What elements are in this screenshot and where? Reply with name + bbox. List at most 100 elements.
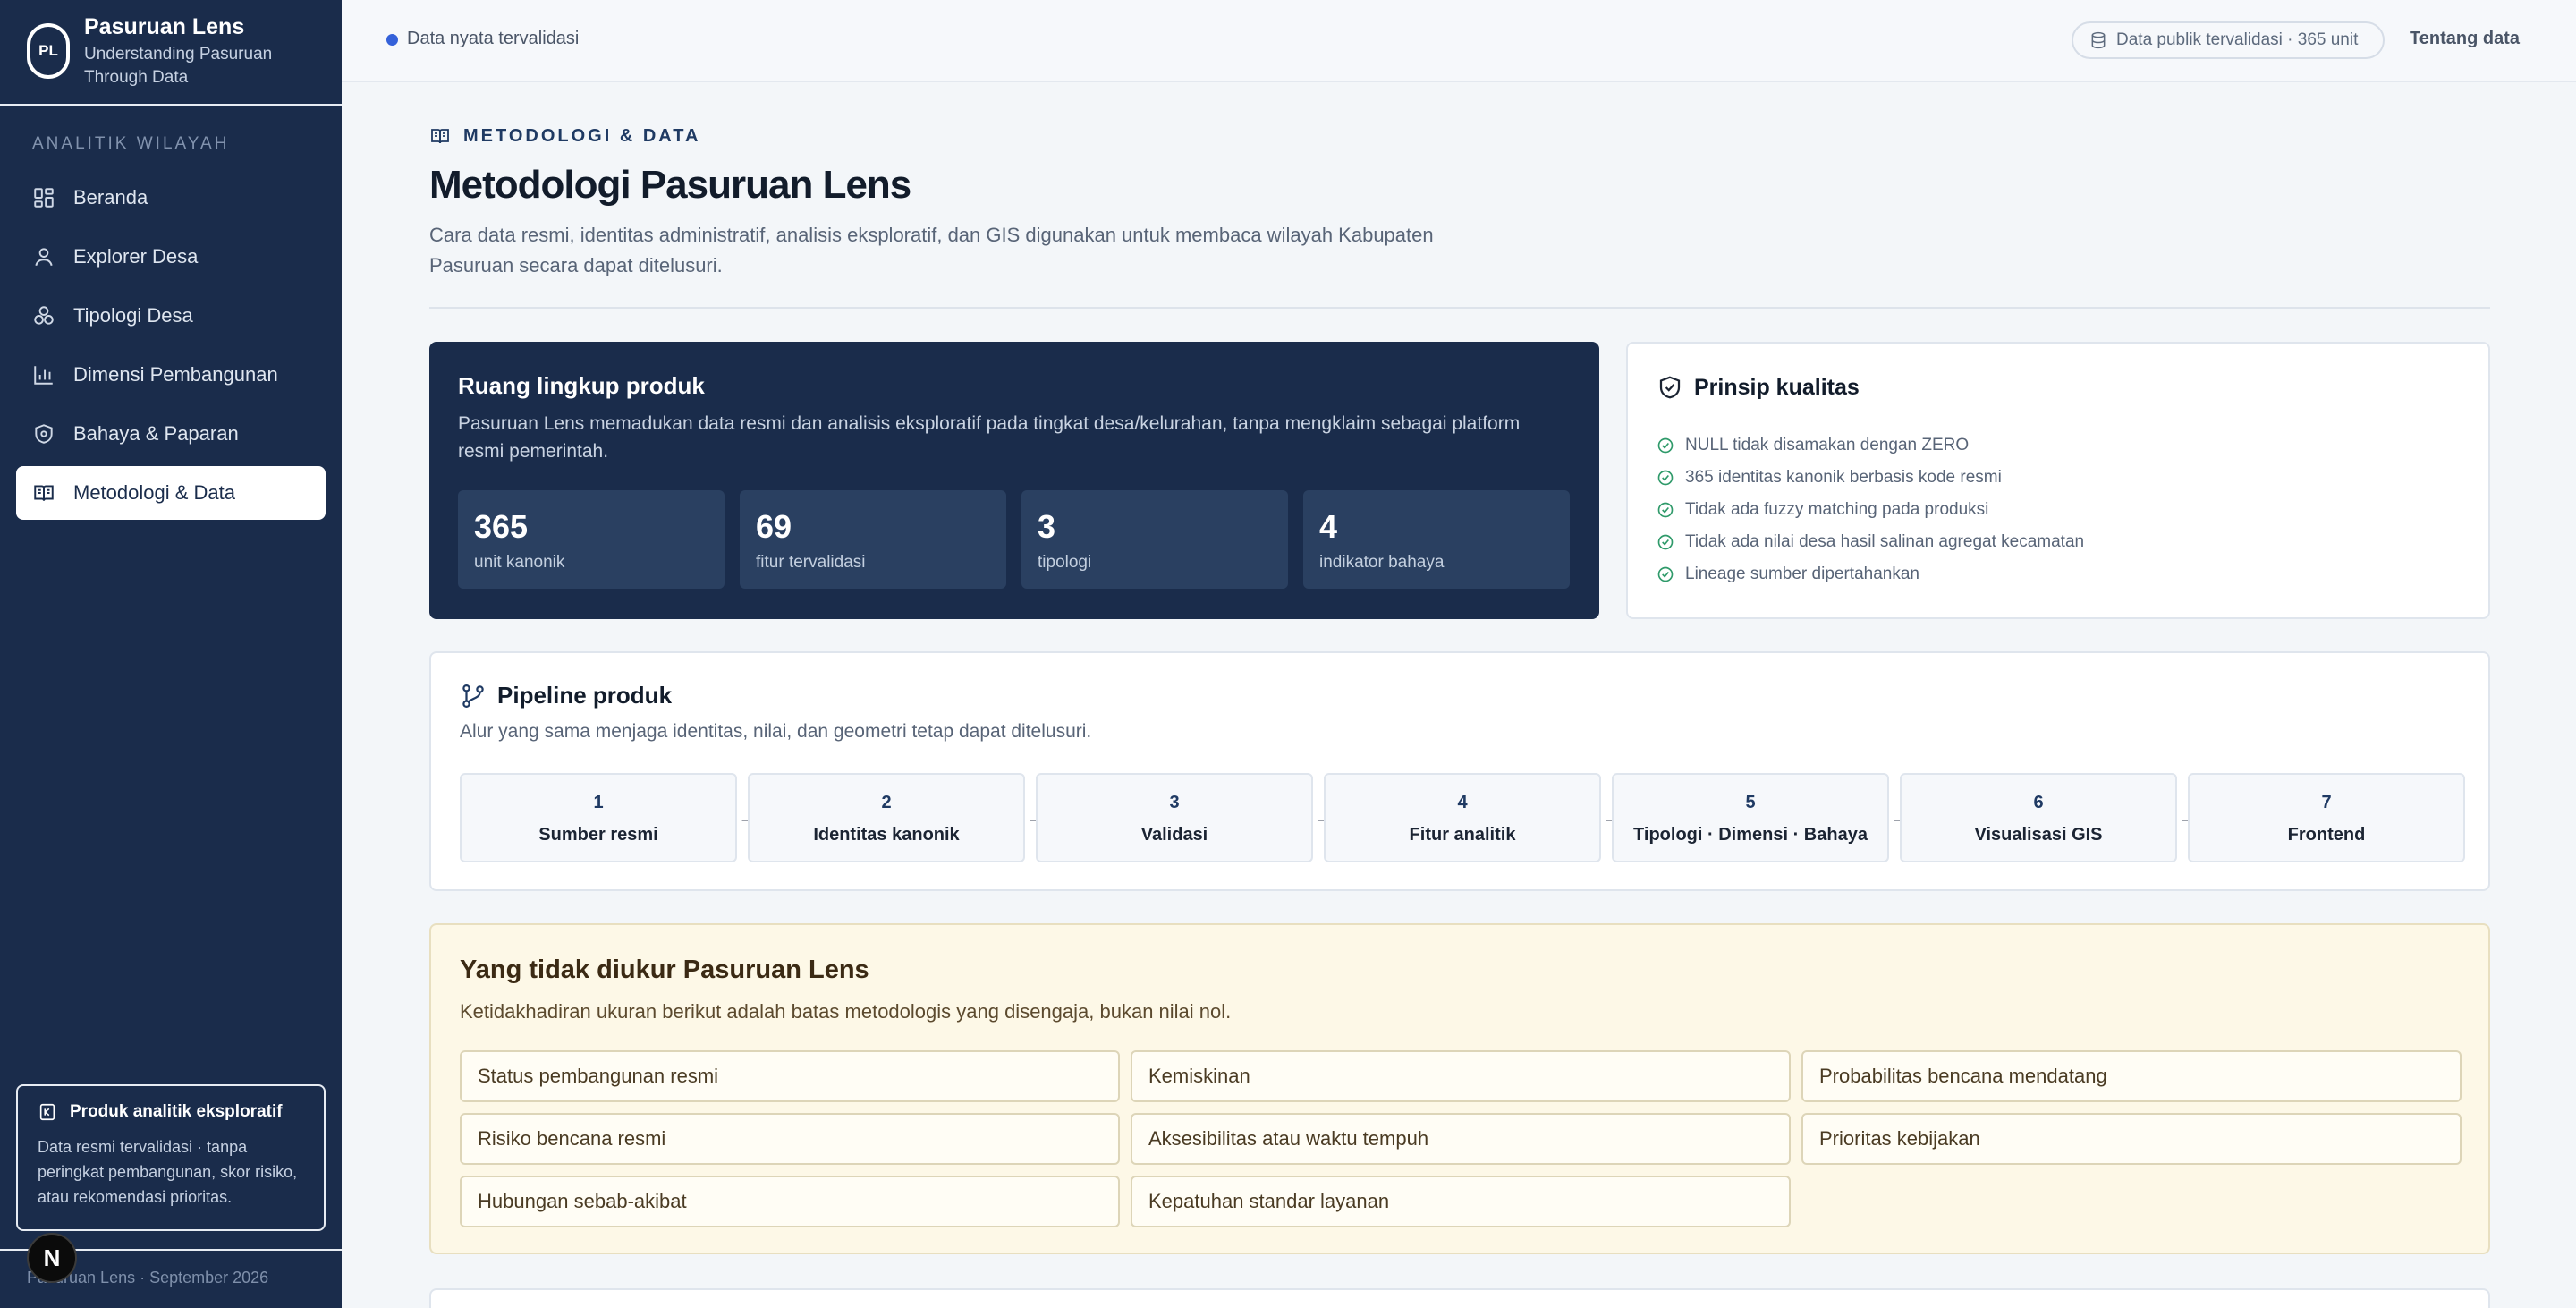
stat-card: 4 indikator bahaya	[1303, 490, 1570, 589]
about-data-link[interactable]: Tentang data	[2410, 29, 2520, 49]
step-label: Tipologi · Dimensi · Bahaya	[1633, 825, 1868, 845]
scope-title: Ruang lingkup produk	[458, 372, 705, 399]
sidebar-item-label: Dimensi Pembangunan	[73, 363, 278, 386]
not-measured-item: Status pembangunan resmi	[460, 1050, 1120, 1102]
not-measured-item-text: Hubungan sebab-akibat	[478, 1190, 687, 1212]
brand-logo-text: PL	[38, 42, 58, 59]
step-label: Identitas kanonik	[813, 825, 960, 845]
list-item: 365 identitas kanonik berbasis kode resm…	[1657, 462, 2084, 494]
divider	[429, 307, 2490, 309]
page-description: Cara data resmi, identitas administratif…	[429, 224, 1434, 276]
user-pin-icon	[35, 248, 53, 267]
stat-label: indikator bahaya	[1319, 553, 1445, 572]
check-circle-icon	[1657, 437, 1674, 454]
sidebar-item-explorer-desa[interactable]: Explorer Desa	[16, 230, 326, 284]
list-item-text: Tidak ada fuzzy matching pada produksi	[1685, 500, 1989, 519]
info-card-text: Data resmi tervalidasi · tanpa peringkat…	[38, 1138, 298, 1206]
list-item-text: Lineage sumber dipertahankan	[1685, 565, 1919, 583]
bar-chart-icon	[34, 366, 53, 385]
grid-icon	[34, 188, 54, 208]
step-number: 3	[1169, 793, 1180, 812]
sidebar-item-label: Tipologi Desa	[73, 304, 193, 327]
check-circle-icon	[1657, 534, 1674, 550]
quality-header: Prinsip kualitas	[1657, 374, 1860, 401]
not-measured-card: Yang tidak diukur Pasuruan Lens Ketidakh…	[429, 923, 2490, 1254]
brand-title: Pasuruan Lens	[84, 14, 245, 39]
list-item: Lineage sumber dipertahankan	[1657, 558, 2084, 590]
sidebar-item-beranda[interactable]: Beranda	[16, 171, 326, 225]
step-label: Sumber resmi	[538, 825, 658, 845]
sidebar-item-bahaya-paparan[interactable]: Bahaya & Paparan	[16, 407, 326, 461]
book-icon	[431, 129, 449, 144]
step-number: 7	[2321, 793, 2332, 812]
not-measured-item-text: Probabilitas bencana mendatang	[1819, 1065, 2107, 1087]
pipeline-step: 4 Fitur analitik	[1324, 773, 1601, 862]
step-number: 5	[1745, 793, 1756, 812]
not-measured-item: Kemiskinan	[1131, 1050, 1791, 1102]
pipeline-step: 3 Validasi	[1036, 773, 1313, 862]
info-card-title: Produk analitik eksploratif	[70, 1102, 283, 1121]
scope-card: Ruang lingkup produk Pasuruan Lens memad…	[429, 342, 1599, 619]
pipeline-title: Pipeline produk	[497, 682, 673, 709]
step-number: 6	[2033, 793, 2044, 812]
book-mark-icon	[39, 1103, 55, 1121]
list-item: Tidak ada fuzzy matching pada produksi	[1657, 494, 2084, 526]
git-branch-icon	[462, 684, 484, 708]
database-icon	[2091, 31, 2106, 49]
check-circle-icon	[1657, 566, 1674, 582]
sidebar: PL Pasuruan Lens Understanding Pasuruan …	[0, 0, 342, 1308]
shield-check-icon	[1659, 376, 1681, 399]
list-item-text: NULL tidak disamakan dengan ZERO	[1685, 436, 1970, 454]
brand[interactable]: PL Pasuruan Lens Understanding Pasuruan …	[0, 0, 342, 106]
list-item: Tidak ada nilai desa hasil salinan agreg…	[1657, 526, 2084, 558]
shield-icon	[35, 424, 53, 444]
step-label: Visualisasi GIS	[1974, 825, 2103, 845]
brand-logo: PL	[27, 23, 70, 79]
data-count-text: Data publik tervalidasi · 365 unit	[2116, 30, 2359, 49]
sidebar-item-dimensi-pembangunan[interactable]: Dimensi Pembangunan	[16, 348, 326, 402]
sidebar-item-label: Metodologi & Data	[73, 481, 235, 504]
sidebar-item-label: Bahaya & Paparan	[73, 422, 239, 445]
data-count-badge: Data publik tervalidasi · 365 unit	[2072, 21, 2385, 59]
next-section-card	[429, 1288, 2490, 1308]
page-title: Metodologi Pasuruan Lens	[429, 163, 911, 207]
cluster-icon	[34, 306, 54, 325]
not-measured-item: Hubungan sebab-akibat	[460, 1176, 1120, 1227]
pipeline-step: 2 Identitas kanonik	[748, 773, 1025, 862]
stat-value: 3	[1038, 508, 1056, 545]
step-label: Validasi	[1140, 825, 1208, 845]
not-measured-item: Probabilitas bencana mendatang	[1801, 1050, 2462, 1102]
dev-badge-button[interactable]: N	[27, 1233, 77, 1283]
not-measured-title: Yang tidak diukur Pasuruan Lens	[460, 956, 869, 984]
sidebar-item-tipologi-desa[interactable]: Tipologi Desa	[16, 289, 326, 343]
not-measured-item-text: Prioritas kebijakan	[1819, 1127, 1980, 1150]
stat-card: 3 tipologi	[1021, 490, 1288, 589]
stat-card: 69 fitur tervalidasi	[740, 490, 1006, 589]
pipeline-step: 1 Sumber resmi	[460, 773, 737, 862]
step-number: 4	[1457, 793, 1468, 812]
pipeline-step: 6 Visualisasi GIS	[1900, 773, 2177, 862]
pipeline-description: Alur yang sama menjaga identitas, nilai,…	[460, 721, 1092, 742]
not-measured-item-text: Kepatuhan standar layanan	[1148, 1190, 1390, 1212]
stat-card: 365 unit kanonik	[458, 490, 724, 589]
pipeline-step: 7 Frontend	[2188, 773, 2465, 862]
not-measured-description: Ketidakhadiran ukuran berikut adalah bat…	[460, 1000, 1232, 1023]
not-measured-item: Prioritas kebijakan	[1801, 1113, 2462, 1165]
nav-section-label: ANALITIK WILAYAH	[32, 134, 230, 153]
sidebar-item-metodologi-data[interactable]: Metodologi & Data	[16, 466, 326, 520]
check-circle-icon	[1657, 502, 1674, 518]
book-icon	[34, 485, 54, 501]
not-measured-item: Risiko bencana resmi	[460, 1113, 1120, 1165]
stat-value: 4	[1319, 508, 1338, 545]
status-dot	[386, 34, 398, 46]
not-measured-item-text: Aksesibilitas atau waktu tempuh	[1148, 1127, 1429, 1150]
not-measured-item-text: Status pembangunan resmi	[478, 1065, 719, 1087]
stat-label: fitur tervalidasi	[756, 553, 866, 572]
stat-value: 69	[756, 508, 792, 545]
brand-subtitle: Understanding Pasuruan Through Data	[84, 45, 273, 87]
pipeline-card: Pipeline produk Alur yang sama menjaga i…	[429, 651, 2490, 891]
quality-title: Prinsip kualitas	[1694, 374, 1860, 400]
not-measured-item-text: Risiko bencana resmi	[478, 1127, 666, 1150]
check-circle-icon	[1657, 470, 1674, 486]
eyebrow-label: METODOLOGI & DATA	[463, 125, 701, 146]
